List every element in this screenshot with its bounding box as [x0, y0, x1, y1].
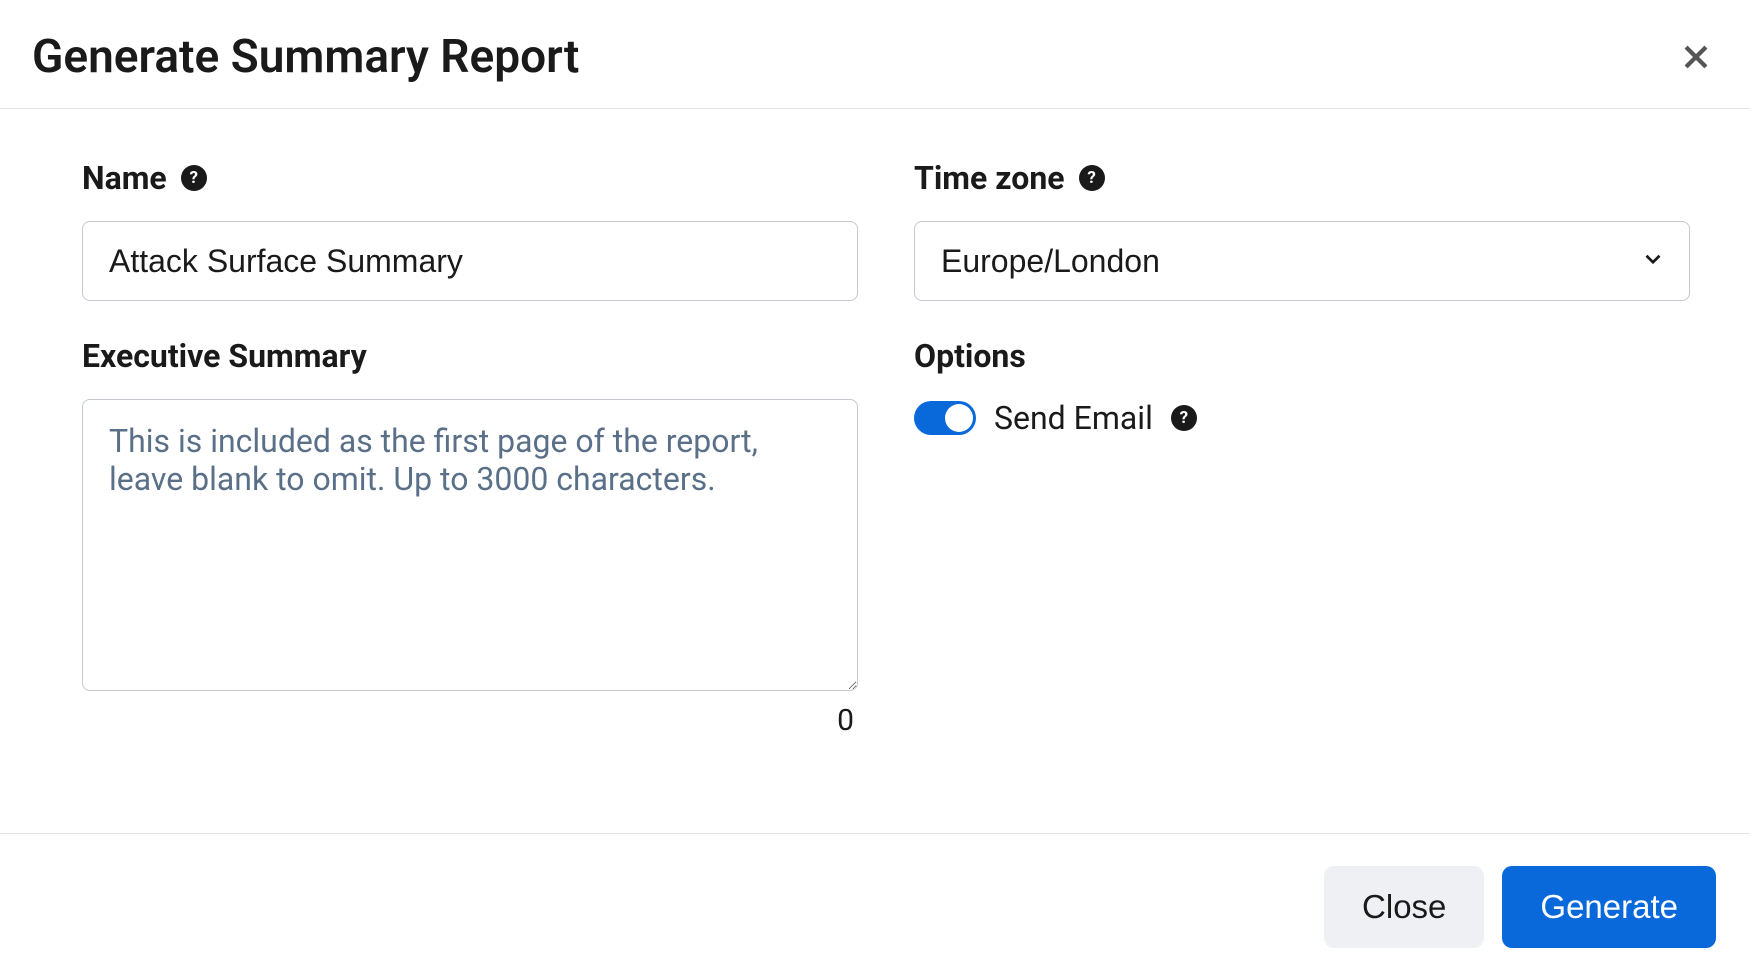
toggle-knob: [945, 404, 973, 432]
generate-button[interactable]: Generate: [1502, 866, 1716, 948]
executive-summary-textarea[interactable]: [82, 399, 858, 691]
name-label-row: Name ?: [82, 159, 858, 197]
help-icon[interactable]: ?: [1079, 165, 1105, 191]
timezone-label: Time zone: [914, 159, 1065, 197]
timezone-select-wrap: Europe/London: [914, 221, 1690, 301]
send-email-label: Send Email: [994, 399, 1153, 437]
dialog-header: Generate Summary Report: [0, 0, 1750, 109]
help-icon[interactable]: ?: [181, 165, 207, 191]
generate-summary-report-dialog: Generate Summary Report Name ? Executive…: [0, 0, 1750, 980]
dialog-footer: Close Generate: [0, 833, 1750, 980]
left-column: Name ? Executive Summary 0: [82, 159, 858, 803]
dialog-title: Generate Summary Report: [32, 30, 579, 84]
timezone-label-row: Time zone ?: [914, 159, 1690, 197]
timezone-select[interactable]: Europe/London: [914, 221, 1690, 301]
options-label: Options: [914, 337, 1026, 375]
send-email-row: Send Email ?: [914, 399, 1690, 437]
executive-summary-label-row: Executive Summary: [82, 337, 858, 375]
help-icon[interactable]: ?: [1171, 405, 1197, 431]
options-label-row: Options: [914, 337, 1690, 375]
right-column: Time zone ? Europe/London Options Send: [914, 159, 1690, 803]
close-icon[interactable]: [1674, 35, 1718, 79]
executive-summary-label: Executive Summary: [82, 337, 367, 375]
close-button[interactable]: Close: [1324, 866, 1484, 948]
send-email-toggle[interactable]: [914, 401, 976, 435]
name-label: Name: [82, 159, 167, 197]
dialog-body: Name ? Executive Summary 0 Time zone ? E…: [0, 109, 1750, 833]
name-input[interactable]: [82, 221, 858, 301]
char-count: 0: [82, 703, 858, 738]
